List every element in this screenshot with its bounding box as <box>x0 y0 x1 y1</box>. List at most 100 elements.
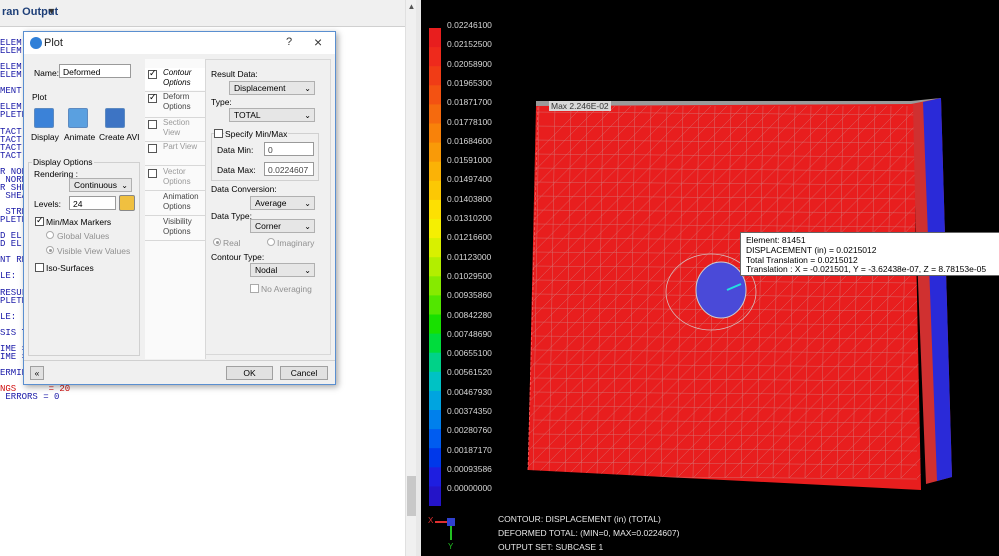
contour-type-value: Nodal <box>255 265 278 275</box>
mesh-line <box>949 106 999 478</box>
tab-checkbox[interactable] <box>148 68 157 79</box>
legend-swatch <box>429 486 441 506</box>
type-label: Type: <box>211 97 232 107</box>
model-canvas[interactable] <box>421 0 999 556</box>
chevron-down-icon: ⌄ <box>304 84 311 93</box>
tab-checkbox[interactable] <box>148 144 157 153</box>
output-line: TACT <box>0 150 22 161</box>
dialog-title: Plot <box>44 37 63 49</box>
visible-view-values-radio[interactable] <box>46 246 54 254</box>
output-line: ERRORS = 0 <box>0 392 60 403</box>
color-legend-bar <box>429 28 441 506</box>
result-data-value: Displacement <box>234 83 286 93</box>
iso-surfaces-label: Iso-Surfaces <box>46 263 94 273</box>
tooltip-line: DISPLACEMENT (in) = 0.0215012 <box>746 245 877 255</box>
legend-swatch <box>429 28 441 48</box>
tab-part-view[interactable]: Part View <box>145 142 205 164</box>
legend-value: 0.00000000 <box>447 483 492 494</box>
specify-minmax-checkbox[interactable] <box>214 129 223 138</box>
output-header[interactable]: ran Output ▼ <box>0 0 416 27</box>
legend-swatch <box>429 85 441 105</box>
data-conversion-label: Data Conversion: <box>211 184 277 194</box>
animate-icon[interactable] <box>68 108 88 128</box>
ok-button[interactable]: OK <box>226 366 273 380</box>
tab-label: Part View <box>163 142 198 151</box>
caption-output-set: OUTPUT SET: SUBCASE 1 <box>498 542 604 552</box>
rendering-select[interactable]: Continuous ⌄ <box>69 178 132 192</box>
legend-value: 0.01029500 <box>447 270 492 281</box>
data-max-input[interactable]: 0.0224607 <box>264 162 314 176</box>
legend-swatch <box>429 295 441 315</box>
legend-swatch <box>429 47 441 67</box>
specify-minmax-label: Specify Min/Max <box>224 129 289 139</box>
tab-label: Visibility Options <box>163 217 192 236</box>
model-viewport[interactable]: Max 2.246E-02 0.02246100 0.02152500 0.0205… <box>421 0 999 556</box>
chevron-down-icon: ⌄ <box>304 199 311 208</box>
chevron-down-icon: ⌄ <box>121 181 128 190</box>
help-icon[interactable]: ? <box>286 36 292 48</box>
no-averaging-checkbox[interactable] <box>250 284 259 293</box>
tab-contour-options[interactable]: Contour Options <box>145 68 205 90</box>
display-icon[interactable] <box>34 108 54 128</box>
legend-swatch <box>429 257 441 277</box>
global-values-radio[interactable] <box>46 231 54 239</box>
scroll-thumb[interactable] <box>407 476 416 516</box>
tab-visibility-options[interactable]: Visibility Options <box>145 217 205 239</box>
element-info-tooltip: Element: 81451 DISPLACEMENT (in) = 0.021… <box>740 232 999 276</box>
tab-deform-options[interactable]: Deform Options <box>145 92 205 116</box>
data-min-input[interactable]: 0 <box>264 142 314 156</box>
name-input[interactable]: Deformed <box>59 64 131 78</box>
minmax-markers-checkbox[interactable] <box>35 215 44 226</box>
cancel-button[interactable]: Cancel <box>280 366 328 380</box>
tab-animation-options[interactable]: Animation Options <box>145 192 205 214</box>
legend-swatch <box>429 410 441 430</box>
tab-checkbox[interactable] <box>148 92 157 103</box>
tab-label: Section View <box>163 118 190 137</box>
type-select[interactable]: TOTAL ⌄ <box>229 108 315 122</box>
tab-vector-options[interactable]: Vector Options <box>145 167 205 189</box>
legend-swatch <box>429 123 441 144</box>
tab-checkbox[interactable] <box>148 120 157 129</box>
legend-swatch <box>429 429 441 449</box>
chevron-down-icon[interactable]: ▼ <box>47 6 56 16</box>
axis-y-label: Y <box>448 542 454 551</box>
axis-x-label: X <box>428 516 434 525</box>
tab-label: Contour Options <box>163 68 192 87</box>
tab-checkbox[interactable] <box>148 169 157 178</box>
data-conversion-select[interactable]: Average ⌄ <box>250 196 315 210</box>
display-options-label: Display Options <box>32 157 94 167</box>
result-data-select[interactable]: Displacement ⌄ <box>229 81 315 95</box>
dialog-divider <box>24 360 335 361</box>
tab-section-view[interactable]: Section View <box>145 118 205 140</box>
color-palette-icon[interactable] <box>119 195 135 211</box>
close-icon[interactable]: × <box>314 34 322 50</box>
legend-value: 0.00561520 <box>447 367 492 378</box>
caption-contour: CONTOUR: DISPLACEMENT (in) (TOTAL) <box>498 514 661 524</box>
dialog-title-bar[interactable]: Plot ? × <box>24 32 335 54</box>
data-conversion-value: Average <box>255 198 287 208</box>
legend-value: 0.00093586 <box>447 463 492 474</box>
collapse-icon[interactable]: « <box>30 366 44 380</box>
output-line: LE: <box>0 311 17 322</box>
levels-input[interactable]: 24 <box>69 196 116 210</box>
visible-view-values-label: Visible View Values <box>57 246 131 256</box>
animate-button[interactable]: Animate <box>64 132 95 142</box>
iso-surfaces-checkbox[interactable] <box>35 263 44 272</box>
display-button[interactable]: Display <box>31 132 59 142</box>
contour-type-select[interactable]: Nodal ⌄ <box>250 263 315 277</box>
create-avi-button[interactable]: Create AVI <box>99 132 139 142</box>
data-type-select[interactable]: Corner ⌄ <box>250 219 315 233</box>
create-avi-icon[interactable] <box>105 108 125 128</box>
plot-dialog: Plot ? × Name: Deformed Plot Display Ani… <box>23 31 336 385</box>
data-type-label: Data Type: <box>211 211 252 221</box>
real-radio[interactable] <box>213 238 221 246</box>
tab-divider <box>145 215 205 216</box>
legend-value: 0.00187170 <box>447 444 492 455</box>
mesh-line <box>981 106 999 478</box>
output-line: D EL <box>0 239 22 250</box>
legend-swatch <box>429 142 441 163</box>
chevron-down-icon: ⌄ <box>304 222 311 231</box>
imaginary-radio[interactable] <box>267 238 275 246</box>
legend-value: 0.00280760 <box>447 425 492 436</box>
type-value: TOTAL <box>234 110 261 120</box>
